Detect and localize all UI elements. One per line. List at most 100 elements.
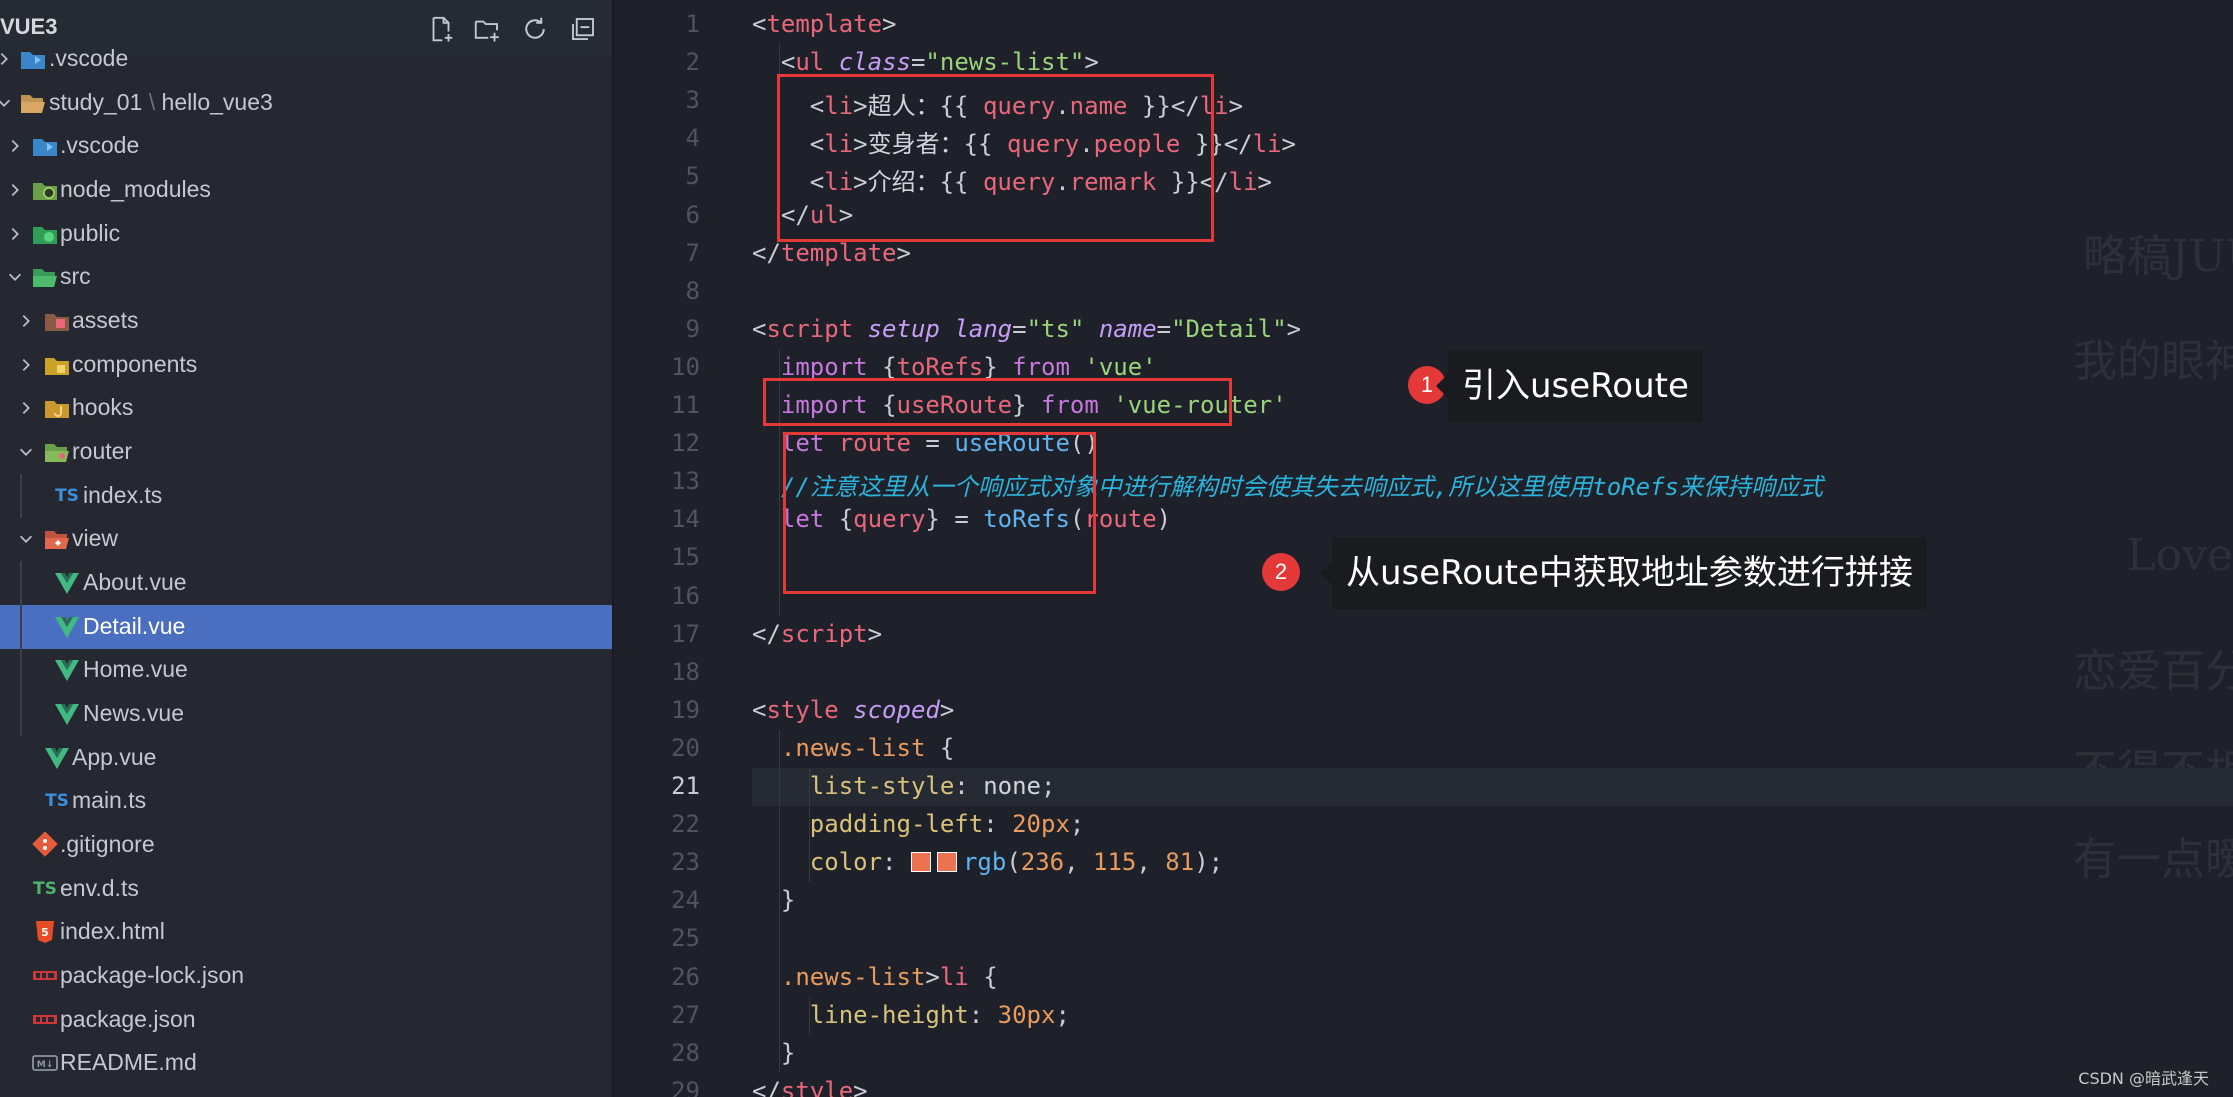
chevron-down-icon[interactable] (16, 442, 36, 462)
chevron-right-icon[interactable] (16, 355, 36, 375)
annotation-box-route (783, 432, 1096, 594)
code-line[interactable]: 28 } (614, 1035, 2233, 1073)
color-swatch[interactable] (910, 852, 931, 872)
tree-item-label: public (60, 220, 121, 246)
tree-item-main-ts[interactable]: TS main.ts (0, 779, 612, 823)
tree-item-home-vue[interactable]: Home.vue (0, 648, 612, 692)
router-folder-icon (42, 439, 72, 465)
code-editor[interactable]: 略稿JUU我的眼神里Love恋爱百分百不得不相信有一点暧昧整 1<templat… (614, 0, 2233, 1097)
chevron-right-icon[interactable] (0, 49, 14, 69)
code-text: } (752, 1039, 795, 1067)
tree-item-label: App.vue (72, 744, 157, 770)
code-token: > (1228, 92, 1244, 120)
callout-pointer-1 (1436, 374, 1448, 398)
tree-item-node-modules[interactable]: node_modules (0, 168, 612, 212)
code-token: ( (1006, 848, 1021, 876)
tree-item-vscode[interactable]: .vscode (0, 124, 612, 168)
tree-item-hooks[interactable]: hooks (0, 386, 612, 430)
chevron-right-icon[interactable] (5, 180, 25, 200)
code-token: list-style (809, 772, 955, 800)
code-token: : (983, 810, 1013, 838)
code-token: 20px (1012, 810, 1070, 838)
code-line[interactable]: 1 <template> (614, 6, 2233, 44)
tree-item-index-ts[interactable]: TS index.ts (0, 474, 612, 518)
tree-item-label: package-lock.json (60, 962, 245, 988)
code-line[interactable]: 19 <style scoped> (614, 692, 2233, 730)
code-line[interactable]: 21 list-style: none; (614, 768, 2233, 806)
tree-item-app-vue[interactable]: App.vue (0, 736, 612, 780)
svg-text:M↓: M↓ (37, 1060, 54, 1070)
line-number: 6 (685, 201, 700, 229)
chevron-down-icon[interactable] (16, 529, 36, 549)
chevron-down-icon[interactable] (5, 267, 25, 287)
tree-item-components[interactable]: components (0, 343, 612, 387)
line-number: 4 (685, 124, 700, 152)
code-line[interactable]: 24 } (614, 882, 2233, 920)
chevron-right-icon[interactable] (5, 136, 25, 156)
color-swatch[interactable] (936, 852, 957, 872)
tree-item-router[interactable]: router (0, 430, 612, 474)
vue-file-icon (42, 745, 72, 771)
code-line[interactable]: 8 (614, 273, 2233, 311)
chevron-right-icon[interactable] (16, 311, 36, 331)
code-token: > (882, 10, 897, 38)
annotation-badge-2: 2 (1262, 553, 1300, 591)
code-line[interactable]: 17 </script> (614, 616, 2233, 654)
tree-item-detail-vue[interactable]: Detail.vue (0, 605, 612, 649)
tree-item-src[interactable]: src (0, 255, 612, 299)
line-number: 14 (671, 505, 700, 533)
code-line[interactable]: 26 .news-list>li { (614, 959, 2233, 997)
tree-item-index-html[interactable]: 5 index.html (0, 910, 612, 954)
annotation-callout-1: 引入useRoute (1448, 350, 1703, 422)
code-token: ; (1055, 1001, 1070, 1029)
code-line[interactable]: 9 <script setup lang="ts" name="Detail"> (614, 311, 2233, 349)
code-line[interactable]: 18 (614, 654, 2233, 692)
tree-item-package-lock-json[interactable]: package-lock.json (0, 954, 612, 998)
code-line[interactable]: 25 (614, 920, 2233, 958)
explorer-sidebar: VUE3 .vscode study_01 \ hello_vue3 .vscode… (0, 0, 614, 1097)
tree-item-assets[interactable]: assets (0, 299, 612, 343)
tree-item-env-d-ts[interactable]: TS env.d.ts (0, 867, 612, 911)
chevron-right-icon[interactable] (16, 398, 36, 418)
code-token: { (939, 734, 955, 762)
code-token: < (752, 696, 767, 724)
code-line[interactable]: 27 line-height: 30px; (614, 997, 2233, 1035)
tree-item-label: About.vue (83, 569, 187, 595)
code-line[interactable]: 22 padding-left: 20px; (614, 806, 2233, 844)
code-token: lang (954, 315, 1013, 343)
code-line[interactable]: 20 .news-list { (614, 730, 2233, 768)
tree-item-study-01[interactable]: study_01 \ hello_vue3 (0, 81, 612, 125)
tree-item-news-vue[interactable]: News.vue (0, 692, 612, 736)
tree-item-view[interactable]: view (0, 517, 612, 561)
tree-indent-guide (20, 561, 22, 736)
code-token: style (766, 696, 839, 724)
node-folder-icon (30, 177, 60, 203)
line-number: 17 (671, 620, 700, 648)
tree-item-public[interactable]: public (0, 212, 612, 256)
code-token: , (1136, 848, 1166, 876)
code-token: ul (795, 48, 825, 76)
line-number: 7 (685, 239, 700, 267)
code-token: import (780, 353, 868, 381)
code-line[interactable]: 23 color: rgb(236, 115, 81); (614, 844, 2233, 882)
npm-file-icon (30, 1007, 60, 1033)
code-token: ; (1069, 810, 1085, 838)
tree-item-vscode[interactable]: .vscode (0, 37, 612, 81)
line-number: 20 (671, 734, 700, 762)
line-number: 26 (671, 963, 700, 991)
tree-item-label: components (72, 351, 198, 377)
code-line[interactable]: 29 </style> (614, 1073, 2233, 1097)
chevron-right-icon[interactable] (5, 224, 25, 244)
tree-item-about-vue[interactable]: About.vue (0, 561, 612, 605)
tree-item-readme-md[interactable]: M↓ README.md (0, 1041, 612, 1085)
tree-item-gitignore[interactable]: .gitignore (0, 823, 612, 867)
code-token: > (939, 696, 955, 724)
line-number: 9 (685, 315, 700, 343)
tree-item-package-json[interactable]: package.json (0, 998, 612, 1042)
chevron-down-icon[interactable] (0, 93, 14, 113)
